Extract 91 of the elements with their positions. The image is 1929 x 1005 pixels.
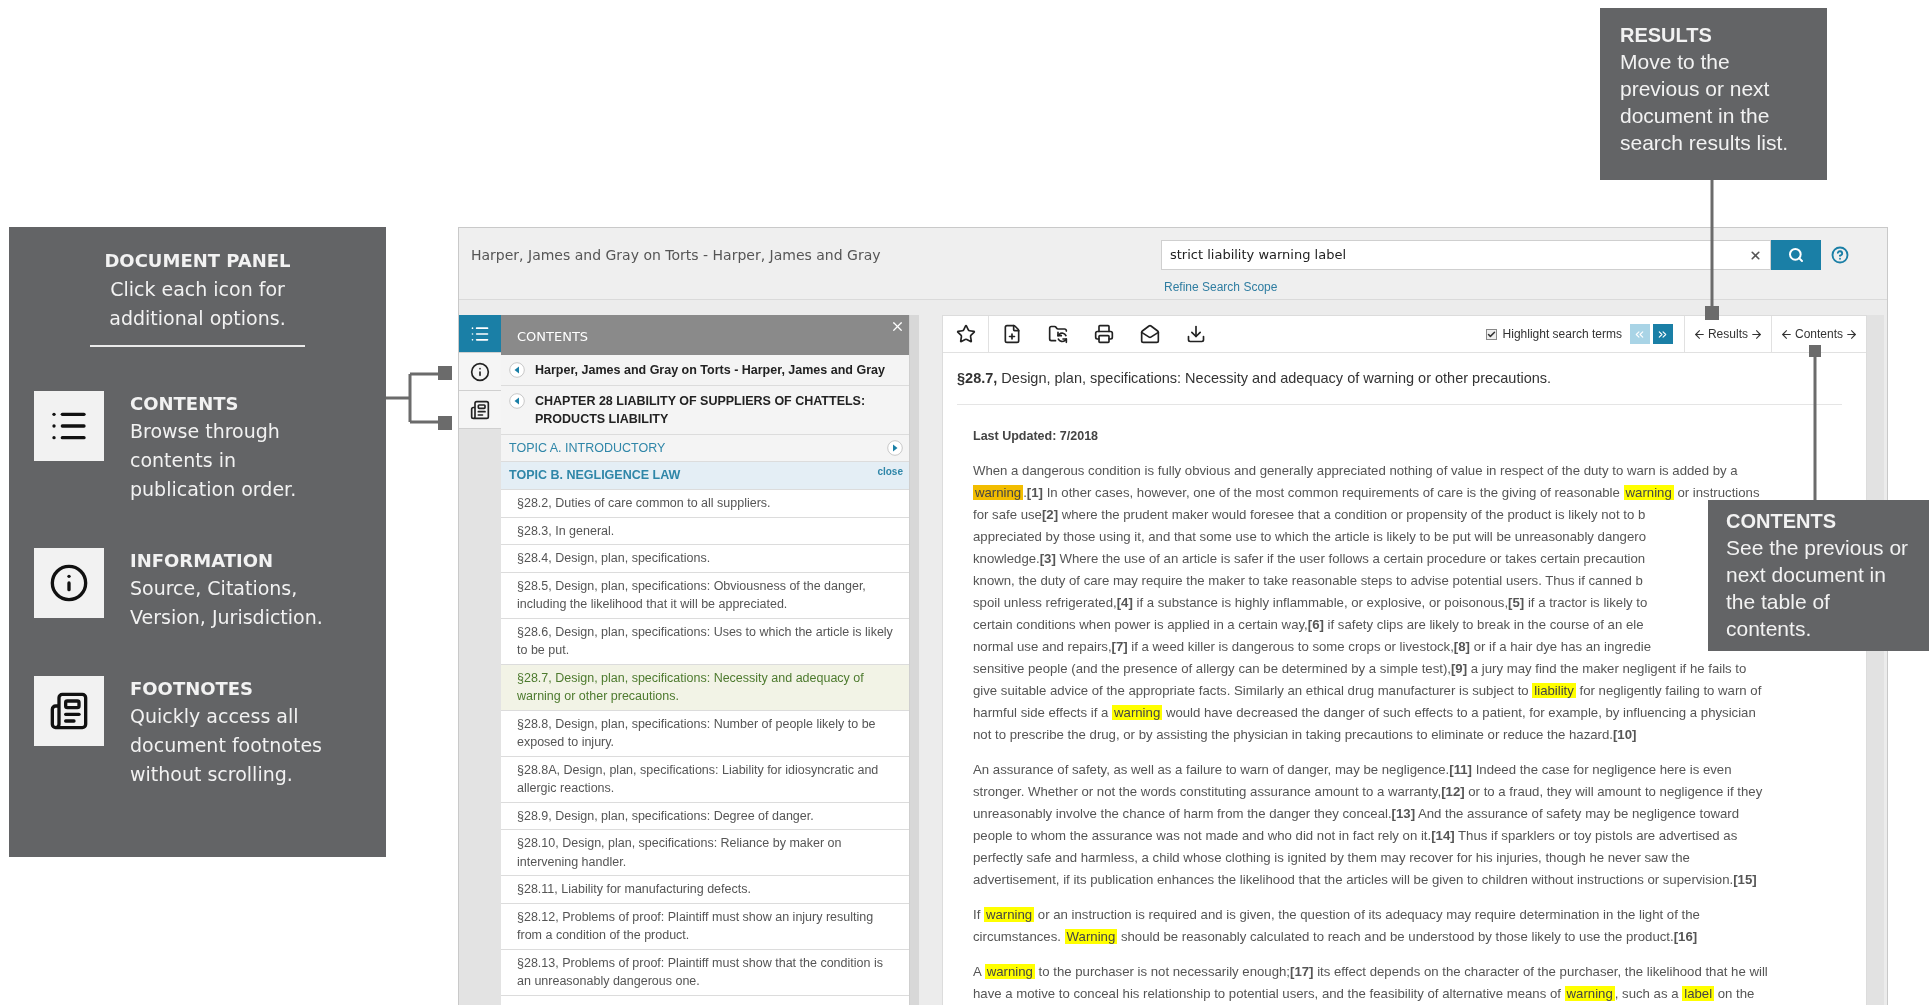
body-text: to the purchaser is not necessarily enough;[17] its effect depends on the character of the purchaser, the likelihood that he will: [1037, 963, 1768, 979]
scrollbar[interactable]: [909, 315, 919, 1005]
info-icon: [49, 563, 89, 603]
callout-title: DOCUMENT PANEL: [104, 249, 291, 273]
body-text: advertisement, if its publication enhances the likelihood that the articles will be given to children without instructions or supervision.[15]: [973, 871, 1757, 887]
highlighted-term: liability: [1532, 682, 1576, 698]
body-text: perfectly safe and harmless, a child whose clothing is ignited by them may recover for his injuries, though he never saw the: [973, 849, 1690, 865]
body-text: for negligently failing to warn of: [1578, 682, 1762, 698]
print-icon: [1094, 324, 1114, 344]
search-icon: [1788, 247, 1804, 263]
body-text: spoil unless refrigerated,[4] if a substance is highly inflammable, or explosive, or poisonous,[5] if a tractor is likely to: [973, 594, 1648, 610]
contents-section[interactable]: §28.7, Design, plan, specifications: Necessity and adequacy of warning or other precautions.: [501, 664, 909, 711]
envelope-icon: [1140, 324, 1160, 344]
callout-title: RESULTS: [1620, 23, 1713, 48]
callout-text: Move to the previous or next document in the search results list.: [1620, 49, 1790, 156]
callout-item-title: FOOTNOTES: [130, 677, 255, 701]
highlighted-term: warning: [1623, 484, 1674, 500]
body-text: should be reasonably calculated to reach and be understood by those likely to use the product.[16]: [1119, 928, 1698, 944]
body-text: on the: [1716, 985, 1755, 1001]
checkbox-label: Highlight search terms: [1502, 326, 1622, 343]
body-text: sensitive people (and the presence of allergy can be determined by a simple test),[9] a jury may find the maker negligent if he fails to: [973, 660, 1747, 676]
close-icon[interactable]: [890, 319, 905, 334]
body-text: .[1] In other cases, however, one of the most common requirements of care is the giving of reasonable: [1023, 484, 1621, 500]
body-text: or instructions: [1676, 484, 1760, 500]
highlighted-term: Warning: [1064, 928, 1118, 944]
body-text: knowledge.[3] Where the use of an article is safer if the user follows a certain procedure or takes certain precaution: [973, 550, 1646, 566]
contents-topic[interactable]: TOPIC A. INTRODUCTORY: [501, 435, 909, 462]
body-text: When a dangerous condition is fully obvious and generally appreciated nothing of value in respect of the duty to warn is added by a: [973, 462, 1738, 478]
document-heading: §28.7, Design, plan, specifications: Necessity and adequacy of warning or other precautions.: [957, 368, 1842, 405]
info-icon: [470, 361, 490, 382]
contents-topic[interactable]: TOPIC B. NEGLIGENCE LAW close: [501, 462, 909, 490]
highlight-checkbox[interactable]: [1485, 328, 1497, 340]
body-text: known, the duty of care may require the maker to take reasonable steps to advise potential users. Thus if canned b: [973, 572, 1643, 588]
refine-link[interactable]: Refine Search Scope: [1164, 278, 1849, 296]
highlighted-term: warning: [1564, 985, 1615, 1001]
folder-arrows-icon: [1048, 324, 1068, 344]
highlighted-term: warning: [984, 963, 1035, 979]
body-text: unreasonably involve the chance of harm from the danger they conceal.[13] And the assurance of safety may be negligence toward: [973, 805, 1740, 821]
newspaper-icon: [49, 691, 89, 731]
last-updated: Last Updated: 7/2018: [973, 427, 1100, 445]
body-text: or an instruction is required and is given, the question of its adequacy may require determination in the light of the: [1036, 906, 1700, 922]
search-field[interactable]: strict liability warning label: [1161, 240, 1771, 270]
rail-button[interactable]: [459, 353, 501, 391]
close-link[interactable]: close: [877, 462, 903, 479]
star-icon: [955, 324, 976, 344]
callout-text: Click each icon for additional options.: [108, 277, 287, 331]
arrow-right-icon: [1749, 327, 1763, 341]
rail-button[interactable]: [459, 391, 501, 429]
callout-item-text: Source, Citations, Version, Jurisdiction.: [130, 576, 324, 630]
body-text: harmful side effects if a: [973, 704, 1110, 720]
body-text: , such as a: [1614, 985, 1680, 1001]
callout-item-text: Quickly access all document footnotes without scrolling.: [130, 704, 323, 787]
document-title: Harper, James and Gray on Torts - Harper, James and Gray: [471, 246, 882, 265]
newspaper-icon: [470, 399, 490, 420]
panel-title: CONTENTS: [517, 328, 589, 346]
highlighted-term: warning: [973, 484, 1024, 500]
body-text: appreciated by those using it, and that some use to which the article is likely to be put will be unreasonably dangero: [973, 528, 1646, 544]
callout-item-title: INFORMATION: [130, 549, 274, 573]
check-icon: [1486, 329, 1496, 339]
callout-item-text: Browse through contents in publication order.: [130, 419, 298, 502]
body-text: A: [973, 963, 983, 979]
search-value: strict liability warning label: [1170, 246, 1347, 265]
body-text: would have decreased the danger of such effects to a patient, for example, by influencing a physician: [1164, 704, 1756, 720]
callout-title: CONTENTS: [1726, 509, 1837, 534]
body-text: An assurance of safety, as well as a failure to warn of danger, may be negligence.[11] Indeed the case for negligence here is even: [973, 761, 1732, 777]
body-text: have a motive to conceal his relationship to potential users, and the feasibility of alternative means of: [973, 985, 1562, 1001]
topic-label: TOPIC A. INTRODUCTORY: [509, 439, 666, 457]
body-text: normal use and repairs,[7] if a weed killer is dangerous to some crops or livestock,[8] or if a hair dye has an ingredie: [973, 638, 1652, 654]
arrow-left-icon: [1692, 327, 1706, 341]
body-text: not to prescribe the drug, or by assisting the physician in taking precautions to eliminate or reduce the hazard.[10]: [973, 726, 1637, 742]
arrow-left-icon: [1779, 327, 1793, 341]
highlighted-term: warning: [1112, 704, 1163, 720]
body-text: stronger. Whether or not the words constituting assurance amount to a warranty,[12] or to a fraud, they will amount to negligence if they: [973, 783, 1763, 799]
topic-label: TOPIC B. NEGLIGENCE LAW: [509, 467, 681, 485]
clear-icon[interactable]: [1749, 248, 1762, 262]
body-text: for safe use[2] where the prudent maker would foresee that a condition or propensity of the product is likely not to b: [973, 506, 1646, 522]
search-button[interactable]: [1771, 240, 1821, 270]
callout-item-title: CONTENTS: [130, 392, 240, 416]
body-text: If: [973, 906, 982, 922]
callout-text: See the previous or next document in the table of contents.: [1726, 535, 1910, 642]
download-icon: [1186, 324, 1206, 344]
highlighted-term: label: [1682, 985, 1715, 1001]
body-text: give suitable advice of the appropriate facts. Similarly an ethical drug manufacturer is subject to: [973, 682, 1530, 698]
add-document-icon: [1002, 324, 1022, 344]
body-text: circumstances.: [973, 928, 1062, 944]
next-term-button[interactable]: [1652, 324, 1673, 344]
arrow-right-icon: [1845, 327, 1858, 341]
highlighted-term: warning: [984, 906, 1035, 922]
body-text: certain conditions when power is applied in a certain way,[6] if safety clips are likely to break in the course of an ele: [973, 616, 1644, 632]
help-icon[interactable]: [1831, 246, 1849, 264]
body-text: people to whom the assurance was not made and who did not in fact rely on it.[14] Thus if sparklers or toy pistols are advertised as: [973, 827, 1738, 843]
